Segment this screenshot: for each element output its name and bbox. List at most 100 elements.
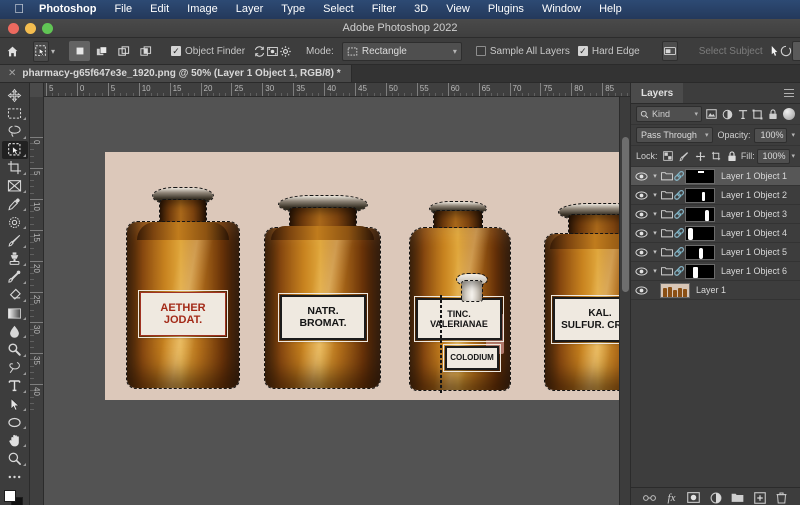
expand-group-chevron-icon[interactable]: ▾ bbox=[650, 191, 660, 199]
foreground-color-swatch[interactable] bbox=[3, 489, 16, 502]
ruler-origin-corner[interactable] bbox=[30, 83, 44, 97]
show-overlay-icon[interactable] bbox=[266, 40, 279, 62]
rectangular-marquee-tool[interactable] bbox=[2, 104, 28, 122]
new-group-icon[interactable] bbox=[731, 491, 744, 504]
menu-photoshop[interactable]: Photoshop bbox=[30, 0, 105, 19]
menu-filter[interactable]: Filter bbox=[363, 0, 405, 19]
add-to-selection-button[interactable] bbox=[91, 41, 112, 61]
frame-tool[interactable] bbox=[2, 177, 28, 195]
lock-all-icon[interactable] bbox=[725, 149, 739, 163]
layer-visibility-icon[interactable] bbox=[633, 243, 650, 262]
clone-stamp-tool[interactable] bbox=[2, 250, 28, 268]
menu-edit[interactable]: Edit bbox=[141, 0, 178, 19]
lock-position-icon[interactable] bbox=[693, 149, 707, 163]
delete-layer-icon[interactable] bbox=[775, 491, 788, 504]
intersect-with-selection-button[interactable] bbox=[135, 41, 156, 61]
menu-file[interactable]: File bbox=[105, 0, 141, 19]
link-layers-icon[interactable] bbox=[643, 491, 656, 504]
tool-preset-chevron-down-icon[interactable]: ▾ bbox=[51, 40, 55, 62]
blend-mode-select[interactable]: Pass Through ▾ bbox=[636, 127, 714, 143]
layer-visibility-icon[interactable] bbox=[633, 262, 650, 281]
new-adjustment-layer-icon[interactable] bbox=[709, 491, 722, 504]
menu-select[interactable]: Select bbox=[314, 0, 363, 19]
move-tool[interactable] bbox=[2, 86, 28, 104]
menu-image[interactable]: Image bbox=[178, 0, 227, 19]
brush-tool[interactable] bbox=[2, 231, 28, 249]
filter-kind-select[interactable]: Kind ▾ bbox=[636, 106, 702, 122]
mode-select[interactable]: Rectangle ▾ bbox=[341, 41, 462, 61]
add-layer-mask-icon[interactable] bbox=[687, 491, 700, 504]
layer-mask-thumbnail[interactable] bbox=[685, 206, 715, 222]
home-icon[interactable] bbox=[6, 40, 19, 62]
layer-visibility-icon[interactable] bbox=[633, 281, 650, 300]
hand-tool[interactable] bbox=[2, 431, 28, 449]
object-selection-tool[interactable] bbox=[1, 140, 28, 159]
smart-object-filter-icon[interactable] bbox=[768, 107, 779, 122]
link-mask-icon[interactable]: 🔗 bbox=[674, 247, 685, 258]
pixel-filter-icon[interactable] bbox=[706, 107, 717, 122]
layer-mask-thumbnail[interactable] bbox=[685, 244, 715, 260]
filter-toggle[interactable] bbox=[783, 108, 796, 120]
document-tab[interactable]: ✕ pharmacy-g65f647e3e_1920.png @ 50% (La… bbox=[0, 65, 352, 82]
object-finder-checkbox[interactable]: Object Finder bbox=[171, 46, 253, 57]
table-row[interactable]: ▾ 🔗 Layer 1 Object 4 bbox=[631, 224, 800, 243]
eyedropper-tool[interactable] bbox=[2, 195, 28, 213]
spot-healing-brush-tool[interactable] bbox=[2, 213, 28, 231]
gradient-tool[interactable] bbox=[2, 304, 28, 322]
subtract-from-selection-button[interactable] bbox=[113, 41, 134, 61]
opacity-chevron-down-icon[interactable]: ▾ bbox=[791, 131, 795, 139]
eraser-tool[interactable] bbox=[2, 286, 28, 304]
edit-toolbar-tool[interactable] bbox=[2, 468, 28, 486]
select-subject-button[interactable]: Select Subject bbox=[693, 46, 769, 57]
table-row[interactable]: ▾ 🔗 Layer 1 Object 5 bbox=[631, 243, 800, 262]
new-layer-icon[interactable] bbox=[753, 491, 766, 504]
layer-style-icon[interactable]: fx bbox=[665, 491, 678, 504]
lock-artboard-nesting-icon[interactable] bbox=[709, 149, 723, 163]
expand-group-chevron-icon[interactable]: ▾ bbox=[650, 229, 660, 237]
select-and-mask-icon[interactable] bbox=[661, 41, 678, 61]
table-row[interactable]: Layer 1 bbox=[631, 281, 800, 300]
select-and-mask-button[interactable]: Select an bbox=[791, 41, 800, 61]
expand-group-chevron-icon[interactable]: ▾ bbox=[650, 210, 660, 218]
table-row[interactable]: ▾ 🔗 Layer 1 Object 1 bbox=[631, 167, 800, 186]
opacity-input[interactable]: 100% bbox=[754, 127, 788, 143]
layer-mask-thumbnail[interactable] bbox=[685, 263, 715, 279]
link-mask-icon[interactable]: 🔗 bbox=[674, 190, 685, 201]
crop-tool[interactable] bbox=[2, 159, 28, 177]
canvas-area[interactable]: 5051015202530354045505560657075808590 05… bbox=[30, 83, 630, 505]
ellipse-tool[interactable] bbox=[2, 413, 28, 431]
sample-all-layers-checkbox[interactable]: Sample All Layers bbox=[475, 46, 578, 57]
menu-layer[interactable]: Layer bbox=[227, 0, 273, 19]
tab-layers[interactable]: Layers bbox=[631, 83, 684, 103]
dodge-tool[interactable] bbox=[2, 340, 28, 358]
path-selection-tool[interactable] bbox=[2, 395, 28, 413]
layer-mask-thumbnail[interactable] bbox=[685, 168, 715, 184]
adjustment-filter-icon[interactable] bbox=[721, 107, 732, 122]
artboard[interactable]: AETHER JODAT. NATR. BROMAT. TINC. VALERI… bbox=[44, 97, 630, 505]
link-mask-icon[interactable]: 🔗 bbox=[674, 209, 685, 220]
type-filter-icon[interactable] bbox=[737, 107, 748, 122]
menu-plugins[interactable]: Plugins bbox=[479, 0, 533, 19]
history-brush-tool[interactable] bbox=[2, 268, 28, 286]
panel-menu-icon[interactable] bbox=[784, 89, 794, 97]
fill-input[interactable]: 100% bbox=[756, 148, 790, 164]
canvas-vertical-scrollbar[interactable] bbox=[619, 97, 630, 505]
layer-visibility-icon[interactable] bbox=[633, 224, 650, 243]
zoom-tool[interactable] bbox=[2, 449, 28, 467]
apple-logo-icon[interactable]:  bbox=[8, 2, 30, 17]
layer-mask-thumbnail[interactable] bbox=[685, 187, 715, 203]
expand-group-chevron-icon[interactable]: ▾ bbox=[650, 248, 660, 256]
layer-visibility-icon[interactable] bbox=[633, 186, 650, 205]
current-tool-object-selection-icon[interactable] bbox=[33, 40, 49, 62]
menu-window[interactable]: Window bbox=[533, 0, 590, 19]
fill-chevron-down-icon[interactable]: ▾ bbox=[792, 152, 796, 160]
hard-edge-checkbox[interactable]: Hard Edge bbox=[577, 46, 648, 57]
lock-transparent-pixels-icon[interactable] bbox=[662, 149, 676, 163]
menu-help[interactable]: Help bbox=[590, 0, 631, 19]
menu-3d[interactable]: 3D bbox=[405, 0, 437, 19]
link-mask-icon[interactable]: 🔗 bbox=[674, 171, 685, 182]
table-row[interactable]: ▾ 🔗 Layer 1 Object 2 bbox=[631, 186, 800, 205]
table-row[interactable]: ▾ 🔗 Layer 1 Object 6 bbox=[631, 262, 800, 281]
shape-filter-icon[interactable] bbox=[752, 107, 763, 122]
layer-visibility-icon[interactable] bbox=[633, 205, 650, 224]
